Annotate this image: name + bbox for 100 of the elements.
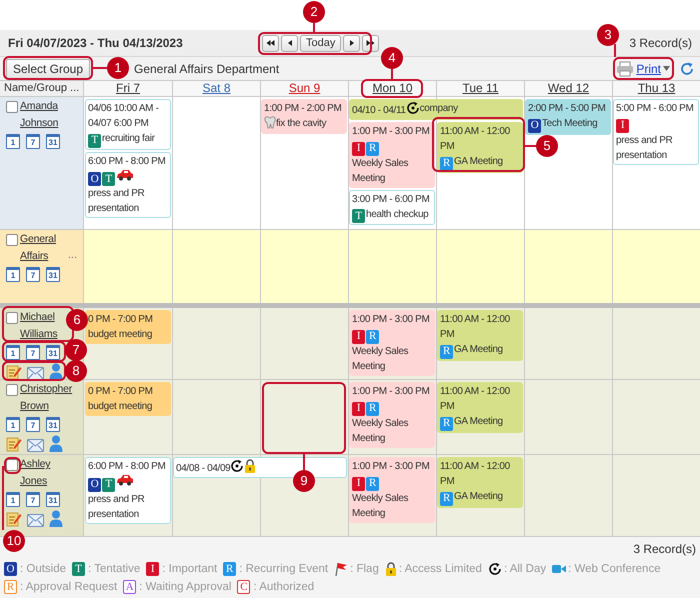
select-group-button[interactable]: Select Group: [6, 58, 90, 78]
calendar-view-button[interactable]: 31: [46, 267, 60, 282]
calendar-view-button[interactable]: 1: [6, 134, 20, 149]
memo-icon[interactable]: [6, 436, 22, 452]
event-card[interactable]: 6:00 PM - 8:00 PM O T press and PR presentation: [85, 457, 171, 524]
row-checkbox[interactable]: [6, 459, 18, 471]
person-icon[interactable]: [49, 435, 63, 452]
name-link[interactable]: Ashley Jones: [20, 456, 50, 490]
event-time: 1:00 PM - 3:00 PM: [352, 385, 430, 399]
event-card[interactable]: 04/06 10:00 AM - 04/07 6:00 PM T recruiting fair: [85, 99, 171, 150]
legend-label: : All Day: [504, 562, 546, 577]
memo-icon[interactable]: [6, 364, 22, 380]
lock-icon: [244, 459, 256, 473]
recurring-badge: R: [223, 562, 236, 576]
calendar-view-button[interactable]: 31: [46, 134, 60, 149]
event-title: Weekly Sales Meeting: [352, 344, 410, 374]
calendar-view-button[interactable]: 31: [46, 417, 60, 432]
event-title: fix the cavity: [276, 117, 326, 131]
event-title: Weekly Sales Meeting: [352, 492, 410, 520]
event-title: press and PR presentation: [88, 492, 146, 522]
row-checkbox[interactable]: [6, 101, 18, 113]
record-count: 3 Record(s): [633, 542, 696, 556]
previous-button[interactable]: [281, 34, 298, 52]
calendar-view-button[interactable]: 7: [26, 345, 40, 360]
day-header-link[interactable]: Sat 8: [202, 81, 231, 96]
legend-label: : Waiting Approval: [139, 580, 232, 595]
leader-line: [93, 67, 107, 69]
event-card[interactable]: 0 PM - 7:00 PM budget meeting: [85, 310, 171, 344]
row-checkbox[interactable]: [6, 234, 18, 246]
recurring-badge: R: [440, 416, 453, 430]
event-time: 6:00 PM - 8:00 PM: [88, 154, 166, 168]
event-card[interactable]: 11:00 AM - 12:00 PM R GA Meeting: [437, 457, 523, 508]
mail-icon[interactable]: [27, 514, 44, 527]
event-title: Weekly Sales Meeting: [352, 156, 410, 186]
legend-label: : Important: [162, 562, 218, 577]
tooth-icon: [264, 116, 276, 129]
recurring-badge: R: [366, 402, 379, 416]
event-card[interactable]: 1:00 PM - 3:00 PM I R Weekly Sales Meeting: [349, 457, 435, 522]
event-time: 5:00 PM - 6:00 PM: [616, 102, 694, 116]
day-header-link[interactable]: Mon 10: [372, 81, 413, 96]
calendar-view-button[interactable]: 31: [46, 345, 60, 360]
day-header-link[interactable]: Fri 7: [116, 81, 140, 96]
caret-icon: [663, 66, 670, 71]
event-card[interactable]: 04/10 - 04/11 company: [349, 99, 523, 120]
row-checkbox[interactable]: [6, 384, 18, 396]
legend-label: : Web Conference: [568, 562, 661, 577]
name-link[interactable]: General Affairs: [20, 231, 56, 265]
day-header-link[interactable]: Thu 13: [638, 81, 676, 96]
event-card[interactable]: 1:00 PM - 3:00 PM I R Weekly Sales Meeting: [349, 382, 435, 448]
recurring-badge: R: [366, 330, 379, 344]
mail-icon[interactable]: [27, 367, 44, 380]
memo-icon[interactable]: [6, 511, 22, 527]
recurring-badge: R: [366, 142, 379, 156]
person-icon[interactable]: [49, 510, 63, 527]
column-header: Name/Group ...: [0, 81, 84, 96]
calendar-view-button[interactable]: 7: [26, 492, 40, 507]
event-title: budget meeting: [88, 400, 152, 414]
calendar-view-button[interactable]: 7: [26, 134, 40, 149]
event-card[interactable]: 2:00 PM - 5:00 PM O Tech Meeting: [525, 99, 611, 134]
event-card[interactable]: 1:00 PM - 3:00 PM I R Weekly Sales Meeting: [349, 310, 435, 376]
event-time: 1:00 PM - 3:00 PM: [352, 125, 430, 139]
calendar-view-button[interactable]: 31: [46, 492, 60, 507]
event-card[interactable]: 5:00 PM - 6:00 PM I press and PR presentation: [613, 99, 699, 164]
calendar-view-button[interactable]: 7: [26, 417, 40, 432]
event-card[interactable]: 1:00 PM - 2:00 PM fix the cavity: [261, 99, 347, 134]
print-link[interactable]: Print: [616, 60, 670, 78]
row-checkbox[interactable]: [6, 312, 18, 324]
event-card[interactable]: 6:00 PM - 8:00 PM O T press and PR presentation: [85, 152, 171, 218]
event-time: 04/08 - 04/09: [176, 463, 230, 474]
day-header-link[interactable]: Tue 11: [462, 81, 499, 96]
day-header-link[interactable]: Wed 12: [548, 81, 590, 96]
first-page-button[interactable]: [262, 34, 279, 52]
double-right-arrow-icon: [366, 38, 376, 48]
event-time: 11:00 AM - 12:00 PM: [440, 313, 511, 342]
event-card[interactable]: 11:00 AM - 12:00 PM R GA Meeting: [437, 382, 523, 432]
calendar-view-button[interactable]: 1: [6, 345, 20, 360]
printer-icon: [616, 60, 634, 76]
event-card[interactable]: 11:00 AM - 12:00 PM R GA Meeting: [437, 122, 523, 172]
video-icon: [552, 564, 566, 574]
legend-label: : Recurring Event: [239, 562, 328, 577]
calendar-view-button[interactable]: 1: [6, 267, 20, 282]
event-time: 1:00 PM - 2:00 PM: [264, 102, 342, 116]
event-card[interactable]: 0 PM - 7:00 PM budget meeting: [85, 382, 171, 416]
event-card[interactable]: 1:00 PM - 3:00 PM I R Weekly Sales Meeting: [349, 122, 435, 188]
next-button[interactable]: [343, 34, 360, 52]
recurring-badge: R: [440, 156, 453, 170]
name-link[interactable]: Michael Williams: [20, 309, 58, 343]
calendar-view-button[interactable]: 1: [6, 492, 20, 507]
person-icon[interactable]: [49, 363, 63, 380]
name-link[interactable]: Amanda Johnson: [20, 98, 58, 132]
event-card[interactable]: 11:00 AM - 12:00 PM R GA Meeting: [437, 310, 523, 360]
today-button[interactable]: Today: [300, 34, 342, 52]
event-card[interactable]: 3:00 PM - 6:00 PM T health checkup: [349, 190, 435, 225]
calendar-view-button[interactable]: 1: [6, 417, 20, 432]
date-range: Fri 04/07/2023 - Thu 04/13/2023: [8, 35, 184, 52]
refresh-icon[interactable]: [680, 62, 694, 76]
mail-icon[interactable]: [27, 439, 44, 452]
calendar-view-button[interactable]: 7: [26, 267, 40, 282]
day-header-link[interactable]: Sun 9: [288, 81, 320, 96]
name-link[interactable]: Christopher Brown: [20, 381, 72, 415]
